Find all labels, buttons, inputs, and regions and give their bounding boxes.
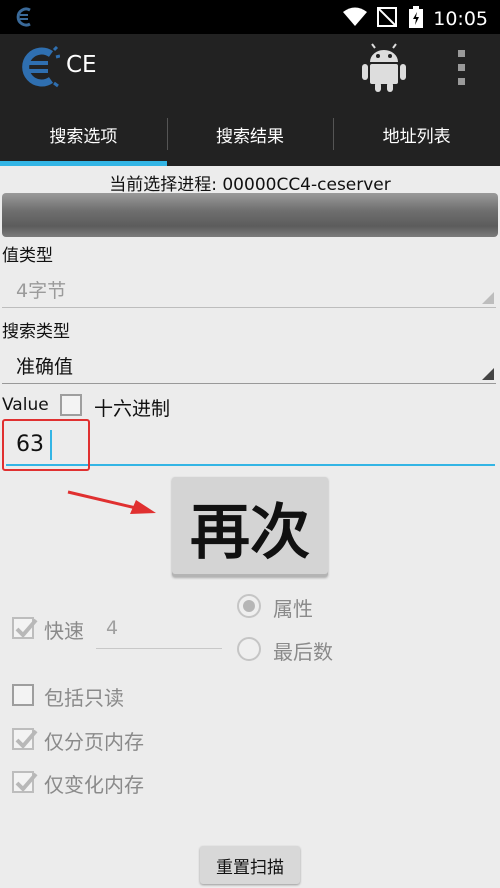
- paged-memory-label: 仅分页内存: [44, 730, 144, 754]
- select-process-button[interactable]: [2, 193, 498, 237]
- reset-scan-button[interactable]: 重置扫描: [200, 846, 300, 884]
- dropdown-triangle-icon: [482, 368, 494, 380]
- android-icon[interactable]: [360, 42, 408, 96]
- ce-notification-icon: [14, 6, 34, 32]
- next-scan-button[interactable]: 再次: [172, 477, 328, 577]
- scan-type-selected: 准确值: [16, 356, 74, 378]
- clock: 10:05: [433, 8, 488, 30]
- tab-search-options[interactable]: 搜索选项: [0, 102, 167, 166]
- no-signal-icon: [377, 7, 399, 31]
- radio-attribute-label: 属性: [273, 597, 313, 621]
- tab-address-list[interactable]: 地址列表: [333, 102, 500, 166]
- hex-checkbox[interactable]: [60, 394, 82, 416]
- tab-search-results[interactable]: 搜索结果: [166, 102, 334, 166]
- radio-last-digits[interactable]: [237, 637, 261, 661]
- current-process-label: 当前选择进程: 00000CC4-ceserver: [109, 175, 391, 195]
- tab-label: 搜索结果: [216, 126, 284, 147]
- fast-scan-checkbox[interactable]: [12, 617, 38, 639]
- highlight-box: [2, 419, 90, 471]
- scan-type-spinner[interactable]: 准确值: [2, 346, 496, 384]
- paged-memory-checkbox[interactable]: [12, 728, 38, 750]
- radio-attribute[interactable]: [237, 594, 261, 618]
- radio-last-digits-label: 最后数: [273, 640, 333, 664]
- include-readonly-checkbox[interactable]: [12, 684, 34, 706]
- wifi-icon: [343, 7, 368, 31]
- value-type-label: 值类型: [2, 246, 53, 266]
- red-arrow-icon: [66, 488, 158, 522]
- value-type-selected: 4字节: [16, 280, 67, 302]
- include-readonly-label: 包括只读: [44, 686, 124, 710]
- dropdown-triangle-icon: [482, 292, 494, 304]
- app-title: CE: [66, 52, 97, 78]
- fast-scan-alignment-input[interactable]: 4: [96, 615, 222, 649]
- status-bar: 10:05: [0, 0, 500, 34]
- fast-scan-value: 4: [106, 617, 119, 639]
- tab-label: 搜索选项: [49, 126, 118, 147]
- changed-memory-checkbox[interactable]: [12, 771, 38, 793]
- scan-type-label: 搜索类型: [2, 322, 70, 342]
- changed-memory-label: 仅变化内存: [44, 773, 144, 797]
- action-bar: CE: [0, 34, 500, 102]
- overflow-menu-icon[interactable]: [446, 46, 476, 90]
- tab-label: 地址列表: [382, 126, 451, 147]
- hex-label: 十六进制: [94, 398, 171, 420]
- tab-bar: 搜索选项 搜索结果 地址列表: [0, 102, 500, 166]
- ce-logo-icon: [18, 45, 61, 92]
- battery-icon: [409, 6, 424, 32]
- value-type-spinner[interactable]: 4字节: [2, 270, 496, 308]
- fast-scan-label: 快速: [44, 619, 84, 643]
- value-label: Value: [2, 395, 49, 415]
